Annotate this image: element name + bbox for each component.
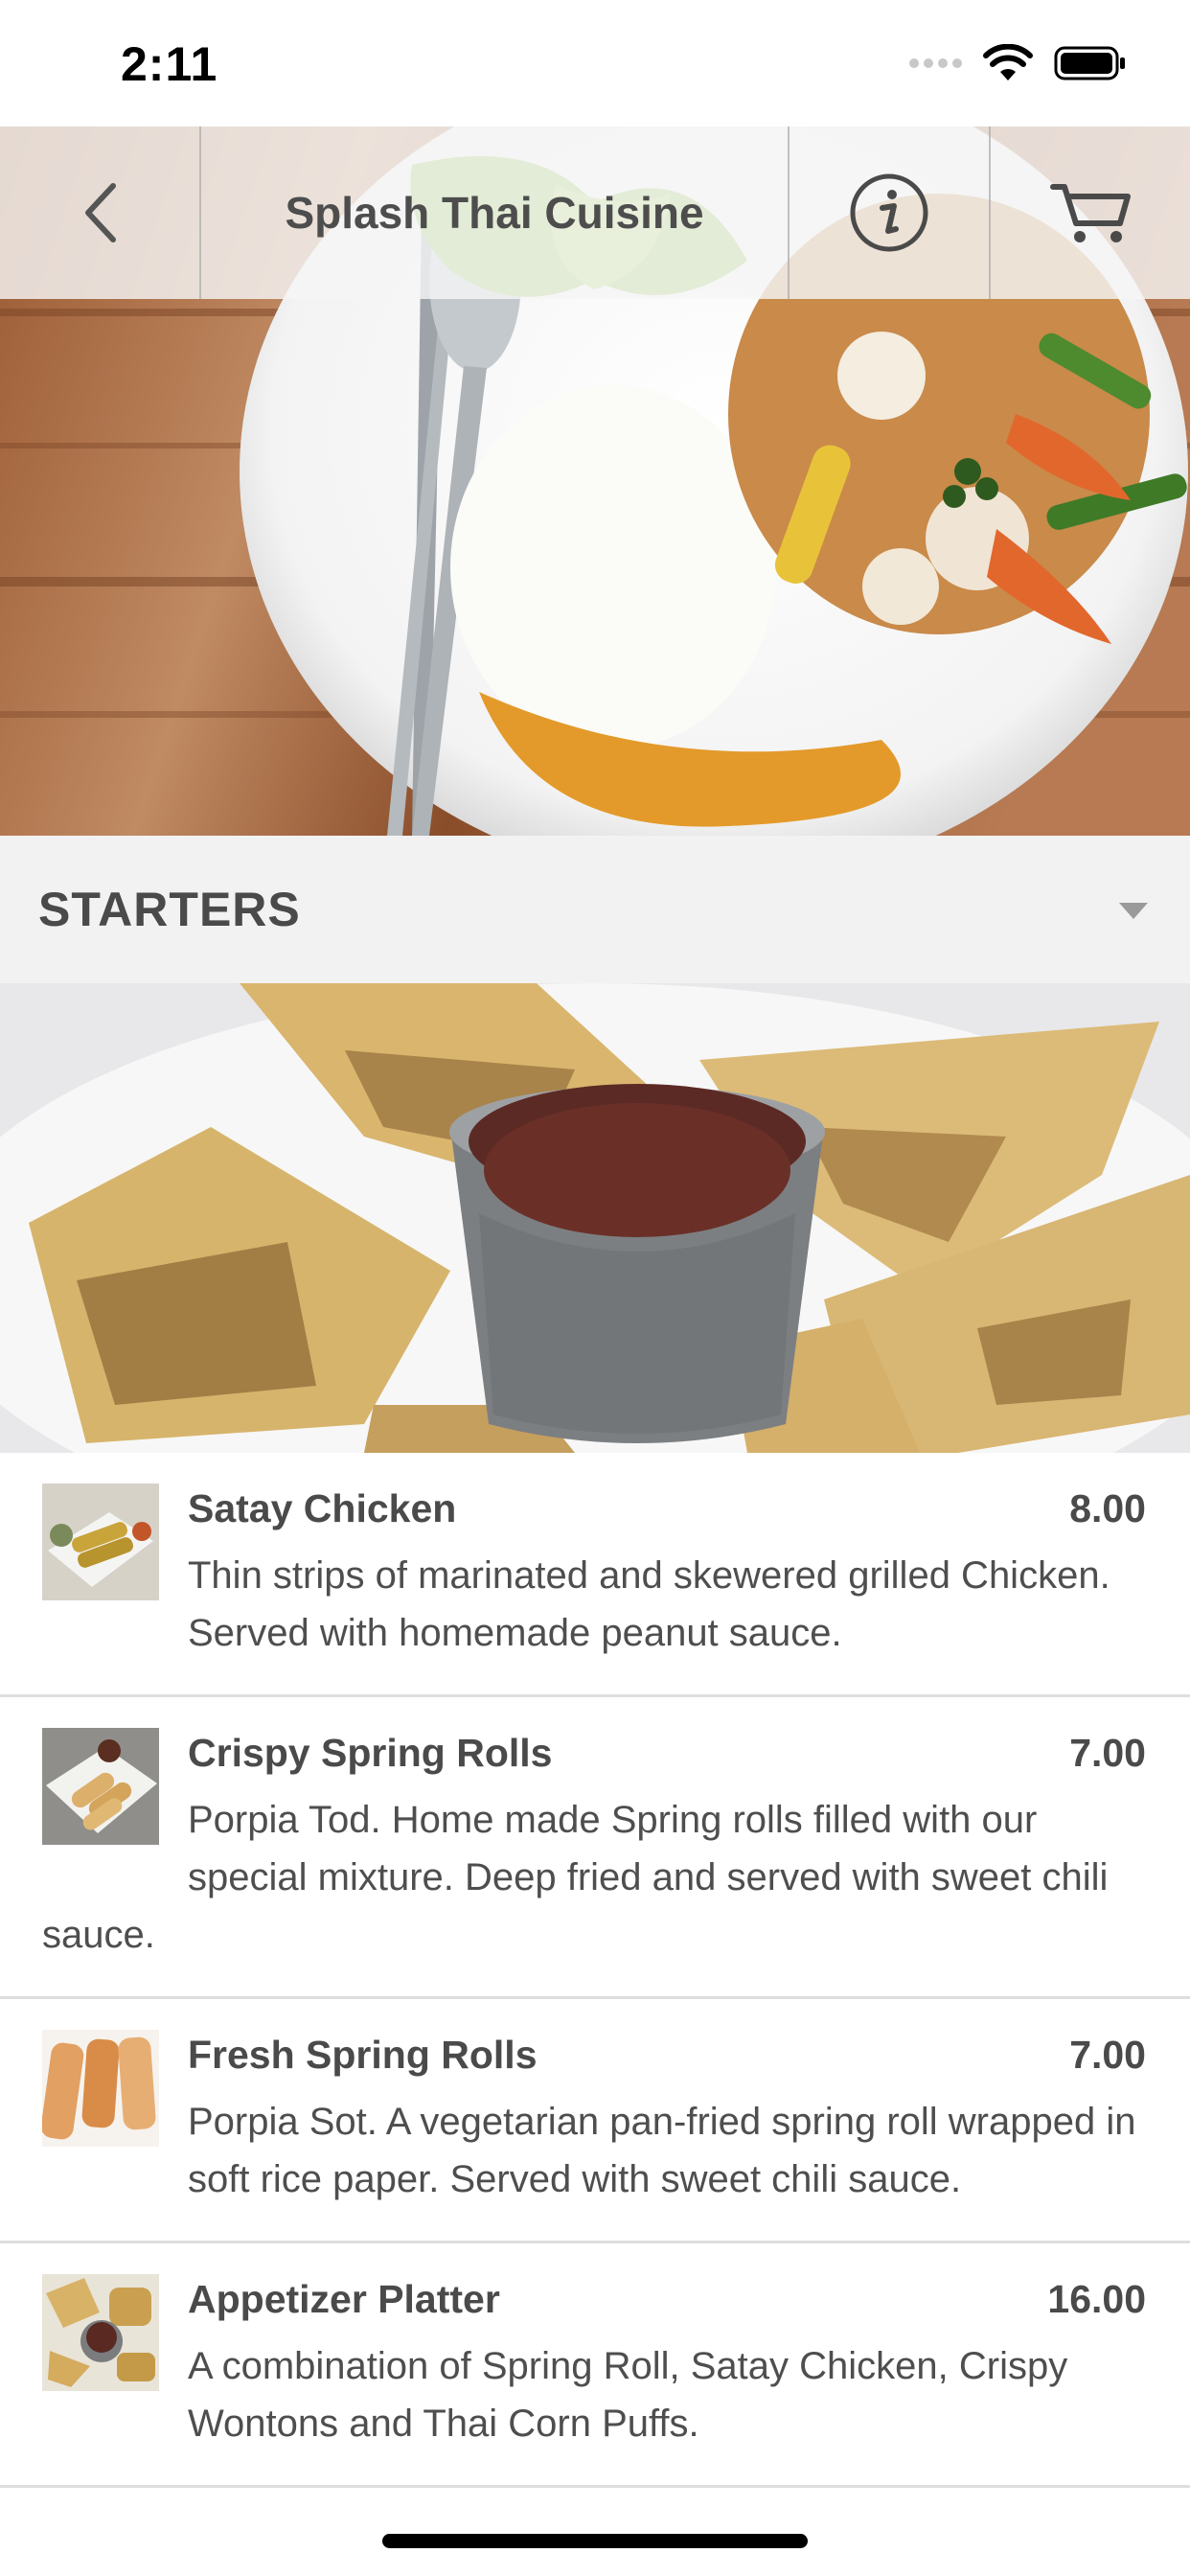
battery-icon	[1054, 46, 1125, 80]
menu-item-satay-chicken[interactable]: Satay Chicken 8.00 Thin strips of marina…	[0, 1453, 1190, 1697]
menu-item-thumbnail	[42, 1728, 159, 1845]
menu-item-thumbnail	[42, 1484, 159, 1600]
category-title: STARTERS	[38, 883, 301, 936]
status-bar: 2:11	[0, 0, 1190, 126]
menu-item-name: Fresh Spring Rolls	[188, 2033, 538, 2077]
menu-item-name: Satay Chicken	[188, 1486, 457, 1530]
nav-bar: Splash Thai Cuisine	[0, 126, 1190, 299]
info-icon	[850, 173, 928, 252]
menu-item-thumbnail	[42, 2030, 159, 2147]
menu-item-description: Porpia Sot. A vegetarian pan-fried sprin…	[188, 2101, 1136, 2200]
back-button[interactable]	[0, 126, 201, 299]
menu-item-description: Thin strips of marinated and skewered gr…	[188, 1554, 1110, 1654]
menu-item-name: Appetizer Platter	[188, 2277, 500, 2321]
bottom-safe-area	[0, 2488, 1190, 2576]
status-time: 2:11	[121, 37, 218, 91]
menu-item-crispy-spring-rolls[interactable]: Crispy Spring Rolls 7.00 Porpia Tod. Hom…	[0, 1697, 1190, 1999]
cart-button[interactable]	[991, 126, 1190, 299]
menu-item-description: Porpia Tod. Home made Spring rolls fille…	[42, 1799, 1109, 1956]
menu-list: Satay Chicken 8.00 Thin strips of marina…	[0, 1453, 1190, 2488]
category-header-starters[interactable]: STARTERS	[0, 836, 1190, 983]
menu-item-thumbnail	[42, 2274, 159, 2391]
chevron-left-icon	[85, 183, 116, 242]
menu-item-appetizer-platter[interactable]: Appetizer Platter 16.00 A combination of…	[0, 2243, 1190, 2488]
caret-down-icon	[1119, 903, 1148, 919]
starters-category-image	[0, 983, 1190, 1453]
wifi-icon	[983, 44, 1033, 80]
status-icons	[909, 42, 1127, 84]
menu-item-fresh-spring-rolls[interactable]: Fresh Spring Rolls 7.00 Porpia Sot. A ve…	[0, 1999, 1190, 2243]
cellular-signal-icon	[909, 58, 962, 68]
menu-item-description: A combination of Spring Roll, Satay Chic…	[188, 2345, 1068, 2445]
cart-icon	[1050, 184, 1131, 242]
menu-item-price: 7.00	[1069, 2033, 1146, 2077]
menu-item-price: 16.00	[1047, 2277, 1146, 2321]
home-indicator[interactable]	[382, 2534, 808, 2548]
info-button[interactable]	[790, 126, 991, 299]
restaurant-title: Splash Thai Cuisine	[285, 188, 704, 238]
menu-item-name: Crispy Spring Rolls	[188, 1731, 553, 1775]
menu-item-price: 7.00	[1069, 1731, 1146, 1775]
menu-item-price: 8.00	[1069, 1486, 1146, 1530]
nav-title-container: Splash Thai Cuisine	[201, 126, 790, 299]
